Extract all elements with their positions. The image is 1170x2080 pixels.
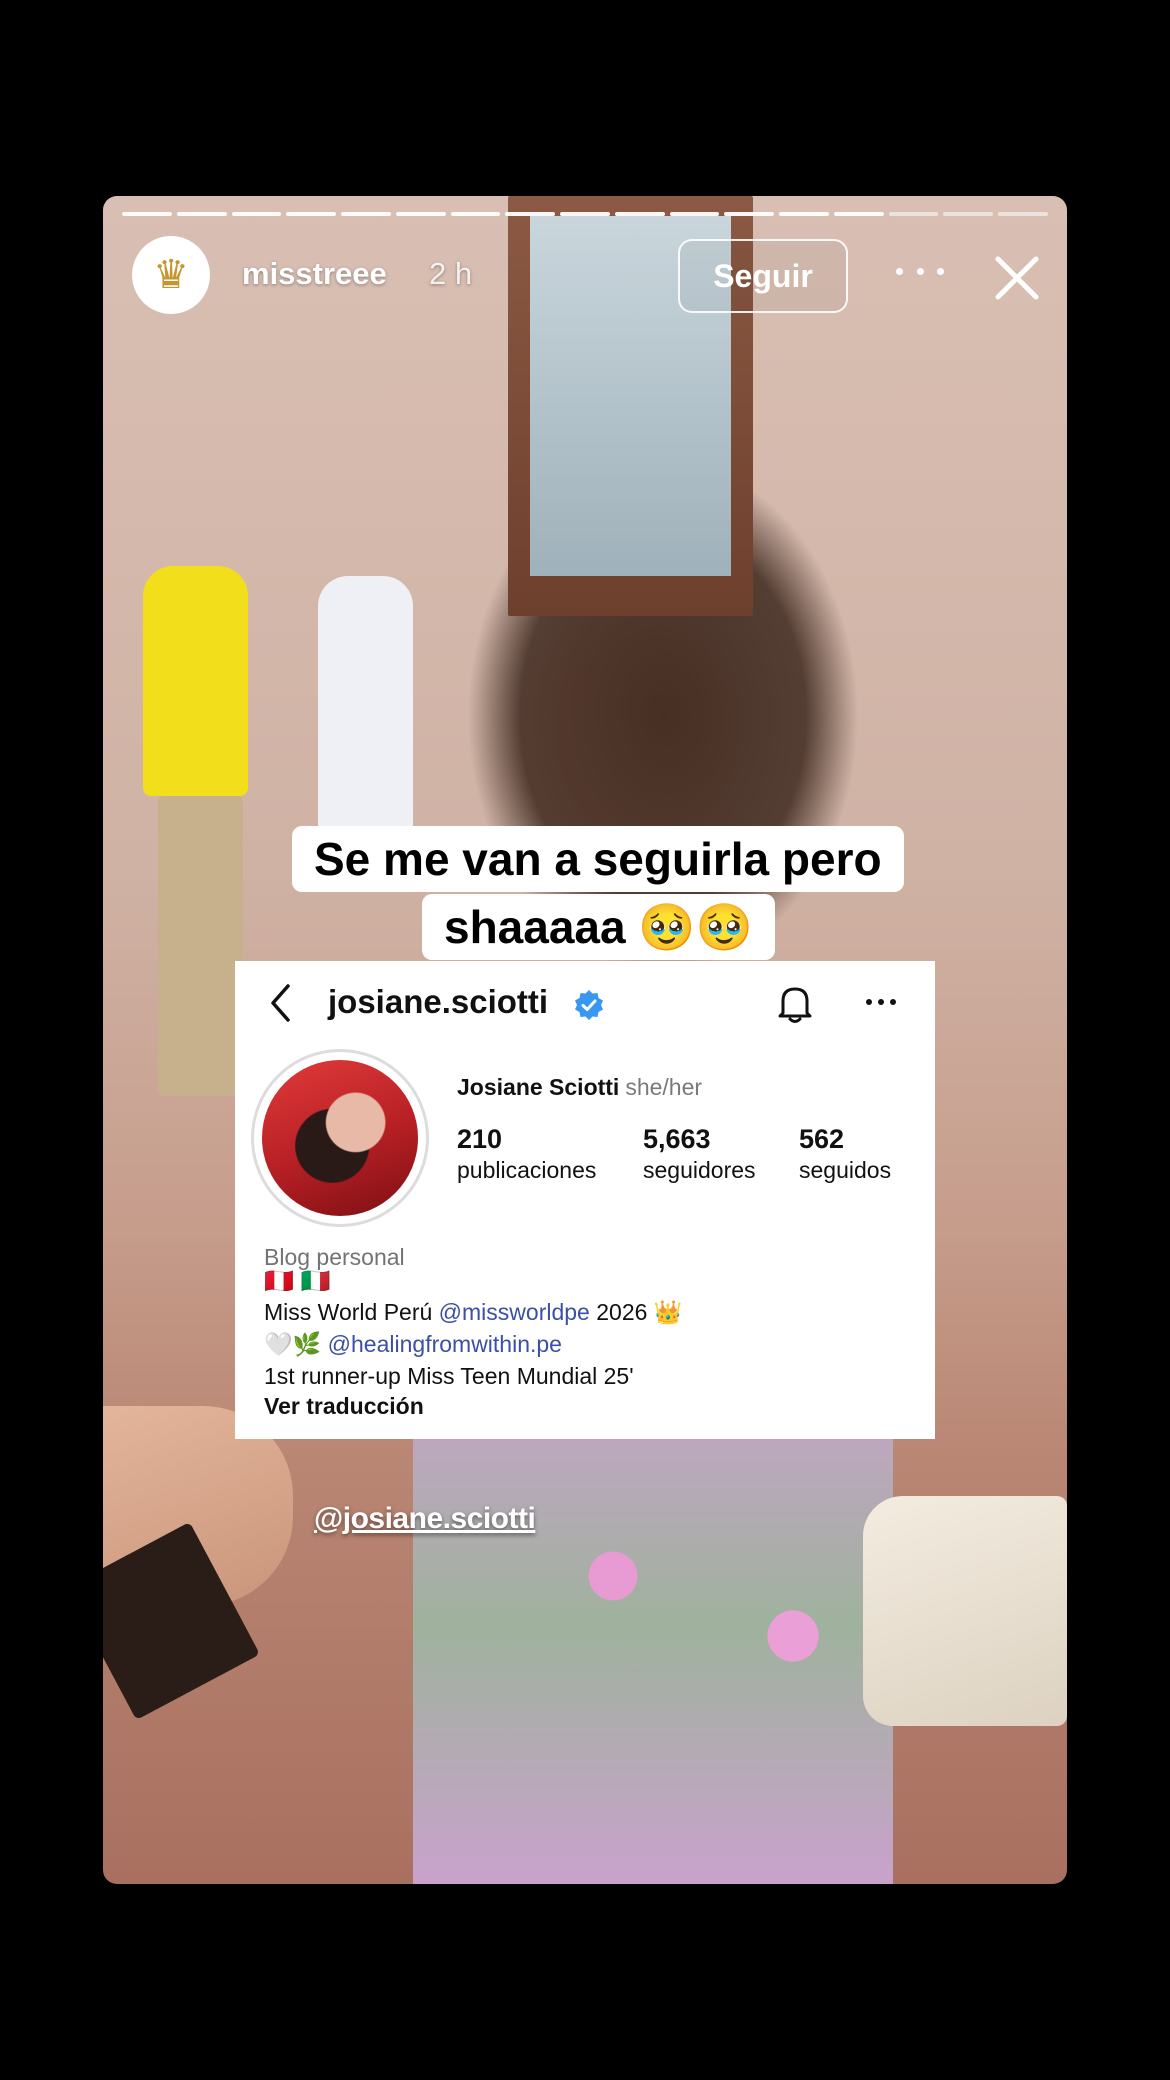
close-icon[interactable] [992,253,1042,303]
profile-avatar [262,1060,418,1216]
background-person-white-shirt [318,576,413,836]
stat-label: seguidores [643,1157,756,1183]
see-translation-link: Ver traducción [264,1393,424,1419]
story-progress-bar [122,212,1049,217]
progress-segment [998,212,1049,216]
story-author-avatar[interactable]: ♛ [132,236,210,314]
progress-segment [286,212,337,216]
watermark-handle: @josiane.sciotti [314,1502,536,1535]
more-options-icon[interactable] [896,256,944,286]
progress-segment [669,212,720,216]
stat-followers: 5,663 seguidores [643,1123,756,1185]
bio-text: Miss World Perú [264,1299,439,1325]
back-arrow-icon [271,984,290,1022]
background-person-yellow-shirt [143,566,248,796]
bio-line-3: 1st runner-up Miss Teen Mundial 25' [264,1363,634,1389]
progress-segment [888,212,939,216]
bio-line-2: 🤍🌿 @healingfromwithin.pe [264,1331,562,1358]
progress-segment [122,212,172,216]
follow-button[interactable]: Seguir [678,239,848,313]
progress-segment [231,212,282,216]
background-person-legs [158,796,243,1096]
white-handbag [863,1496,1067,1726]
profile-username: josiane.sciotti [328,983,549,1020]
stat-following: 562 seguidos [799,1123,891,1185]
stat-value: 562 [799,1124,845,1154]
story-view[interactable]: ♛ misstreee 2 h Seguir Se me van a segui… [103,196,1067,1884]
progress-segment [560,212,610,216]
bio-mention-missworldpe: @missworldpe [438,1299,590,1325]
profile-pronouns: she/her [625,1074,703,1100]
progress-segment [395,212,446,216]
profile-more-icon [866,999,896,1007]
bio-text: 2026 👑 [589,1299,683,1325]
stat-value: 210 [457,1124,503,1154]
caption-line-2: shaaaaa 🥹🥹 [422,894,775,960]
progress-segment [341,212,391,216]
bio-line-1: Miss World Perú @missworldpe 2026 👑 [264,1299,682,1326]
progress-segment [724,212,775,216]
stat-value: 5,663 [643,1124,711,1154]
progress-segment [779,212,829,216]
story-author-username[interactable]: misstreee [242,256,387,292]
verified-badge-icon [575,990,603,1020]
progress-segment [450,212,501,216]
progress-segment [505,212,556,216]
progress-segment [176,212,227,216]
profile-full-name: Josiane Sciotti [457,1074,620,1100]
stat-label: seguidos [799,1157,892,1183]
progress-segment [943,212,994,216]
stat-label: publicaciones [457,1157,597,1183]
crown-icon: ♛ [153,253,189,297]
profile-flags: 🇵🇪 🇮🇹 [264,1268,331,1295]
caption-line-1: Se me van a seguirla pero [292,826,904,892]
profile-name-line: Josiane Sciotti she/her [457,1074,702,1101]
bell-icon [778,987,812,1023]
story-timestamp: 2 h [429,256,473,291]
bio-emoji: 🤍🌿 [264,1331,328,1357]
progress-segment [614,212,665,216]
progress-segment [833,212,884,216]
bio-mention-healingfromwithin: @healingfromwithin.pe [327,1331,562,1357]
profile-screenshot: josiane.sciotti Josiane Sciotti she/her 2… [235,961,935,1439]
stat-posts: 210 publicaciones [457,1123,596,1185]
